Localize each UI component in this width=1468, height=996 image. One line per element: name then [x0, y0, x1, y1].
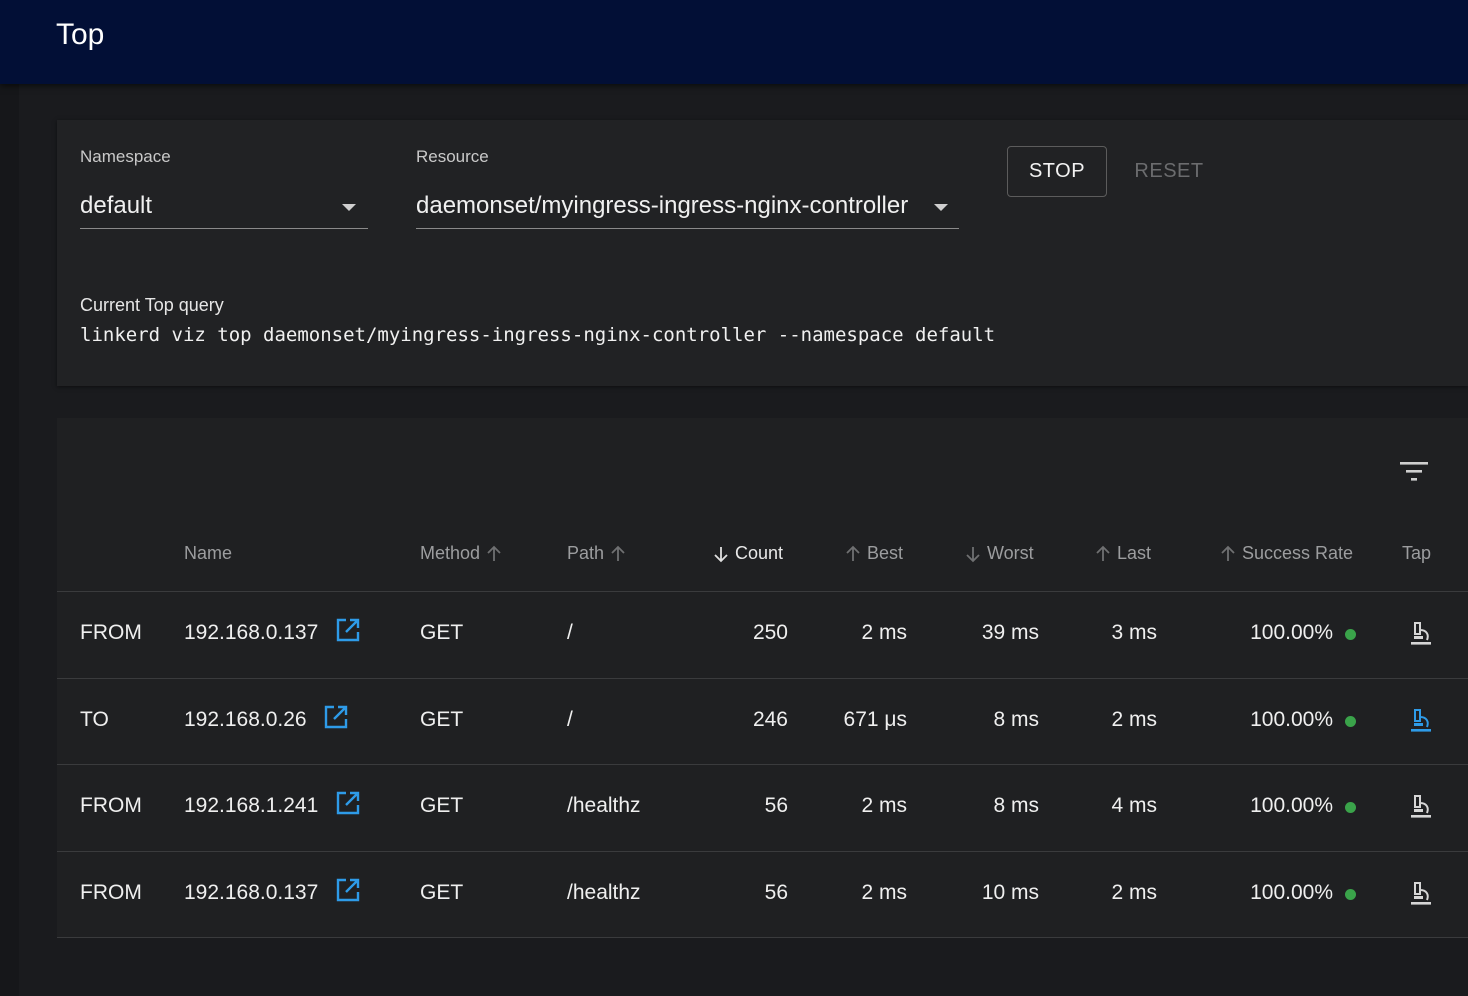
method-cell: GET	[420, 794, 464, 817]
arrow-down-icon	[714, 546, 728, 562]
path-cell: /	[567, 708, 573, 731]
arrow-up-icon	[487, 545, 501, 561]
method-cell: GET	[420, 881, 464, 904]
namespace-value: default	[80, 192, 153, 219]
column-header-name[interactable]: Name	[184, 543, 232, 564]
success-rate-cell: 100.00%	[1250, 881, 1333, 904]
worst-cell: 8 ms	[993, 708, 1039, 731]
success-rate-cell: 100.00%	[1250, 621, 1333, 644]
status-ok-dot	[1345, 716, 1356, 727]
namespace-select[interactable]: default	[80, 188, 368, 229]
name-cell: 192.168.0.26	[184, 708, 307, 731]
open-in-new-icon[interactable]	[335, 617, 361, 643]
best-cell: 2 ms	[861, 881, 907, 904]
path-cell: /	[567, 621, 573, 644]
status-ok-dot	[1345, 889, 1356, 900]
query-form-card	[57, 120, 1468, 386]
resource-value: daemonset/myingress-ingress-nginx-contro…	[416, 192, 909, 219]
last-cell: 3 ms	[1111, 621, 1157, 644]
count-cell: 250	[752, 621, 788, 644]
microscope-tap-icon[interactable]	[1408, 794, 1434, 820]
column-header-success-rate[interactable]: Success Rate	[1220, 543, 1353, 564]
status-ok-dot	[1345, 802, 1356, 813]
column-header-tap: Tap	[1402, 543, 1432, 563]
method-cell: GET	[420, 621, 464, 644]
row-divider	[57, 851, 1468, 852]
best-cell: 2 ms	[861, 794, 907, 817]
last-cell: 4 ms	[1111, 794, 1157, 817]
best-cell: 2 ms	[861, 621, 907, 644]
resource-label: Resource	[416, 147, 489, 166]
name-cell: 192.168.0.137	[184, 881, 319, 904]
page-title: Top	[56, 18, 105, 51]
stop-button[interactable]: STOP	[1007, 146, 1107, 197]
open-in-new-icon[interactable]	[323, 704, 349, 730]
namespace-label: Namespace	[80, 147, 171, 166]
row-divider	[57, 591, 1468, 592]
worst-cell: 8 ms	[993, 794, 1039, 817]
microscope-tap-icon[interactable]	[1408, 621, 1434, 647]
worst-cell: 10 ms	[981, 881, 1039, 904]
worst-cell: 39 ms	[981, 621, 1039, 644]
reset-button[interactable]: RESET	[1124, 146, 1214, 197]
last-cell: 2 ms	[1111, 881, 1157, 904]
chevron-down-icon	[342, 204, 356, 211]
open-in-new-icon[interactable]	[335, 790, 361, 816]
count-cell: 56	[764, 881, 788, 904]
row-divider	[57, 764, 1468, 765]
column-header-last[interactable]: Last	[1095, 543, 1151, 564]
app-bar: Top	[0, 0, 1468, 84]
status-ok-dot	[1345, 629, 1356, 640]
arrow-up-icon	[1221, 545, 1235, 561]
resource-select[interactable]: daemonset/myingress-ingress-nginx-contro…	[416, 188, 959, 229]
success-rate-cell: 100.00%	[1250, 708, 1333, 731]
direction-cell: FROM	[80, 621, 142, 644]
arrow-up-icon	[846, 545, 860, 561]
chevron-down-icon	[934, 204, 948, 211]
column-header-count[interactable]: Count	[713, 543, 783, 564]
success-rate-cell: 100.00%	[1250, 794, 1333, 817]
best-cell: 671 μs	[843, 708, 907, 731]
current-query-text: linkerd viz top daemonset/myingress-ingr…	[80, 324, 996, 346]
row-divider	[57, 678, 1468, 679]
direction-cell: FROM	[80, 881, 142, 904]
current-query-label: Current Top query	[80, 295, 224, 315]
path-cell: /healthz	[567, 794, 641, 817]
filter-list-icon[interactable]	[1398, 458, 1430, 486]
microscope-tap-icon[interactable]	[1408, 708, 1434, 734]
sidebar-edge	[0, 0, 20, 996]
last-cell: 2 ms	[1111, 708, 1157, 731]
name-cell: 192.168.1.241	[184, 794, 319, 817]
column-header-best[interactable]: Best	[845, 543, 903, 564]
name-cell: 192.168.0.137	[184, 621, 319, 644]
row-divider	[57, 937, 1468, 938]
column-header-worst[interactable]: Worst	[965, 543, 1034, 564]
count-cell: 56	[764, 794, 788, 817]
column-header-path[interactable]: Path	[567, 543, 626, 564]
count-cell: 246	[752, 708, 788, 731]
method-cell: GET	[420, 708, 464, 731]
open-in-new-icon[interactable]	[335, 877, 361, 903]
arrow-up-icon	[611, 545, 625, 561]
direction-cell: TO	[80, 708, 109, 731]
direction-cell: FROM	[80, 794, 142, 817]
column-header-method[interactable]: Method	[420, 543, 502, 564]
path-cell: /healthz	[567, 881, 641, 904]
arrow-up-icon	[1096, 545, 1110, 561]
microscope-tap-icon[interactable]	[1408, 881, 1434, 907]
arrow-down-icon	[966, 546, 980, 562]
